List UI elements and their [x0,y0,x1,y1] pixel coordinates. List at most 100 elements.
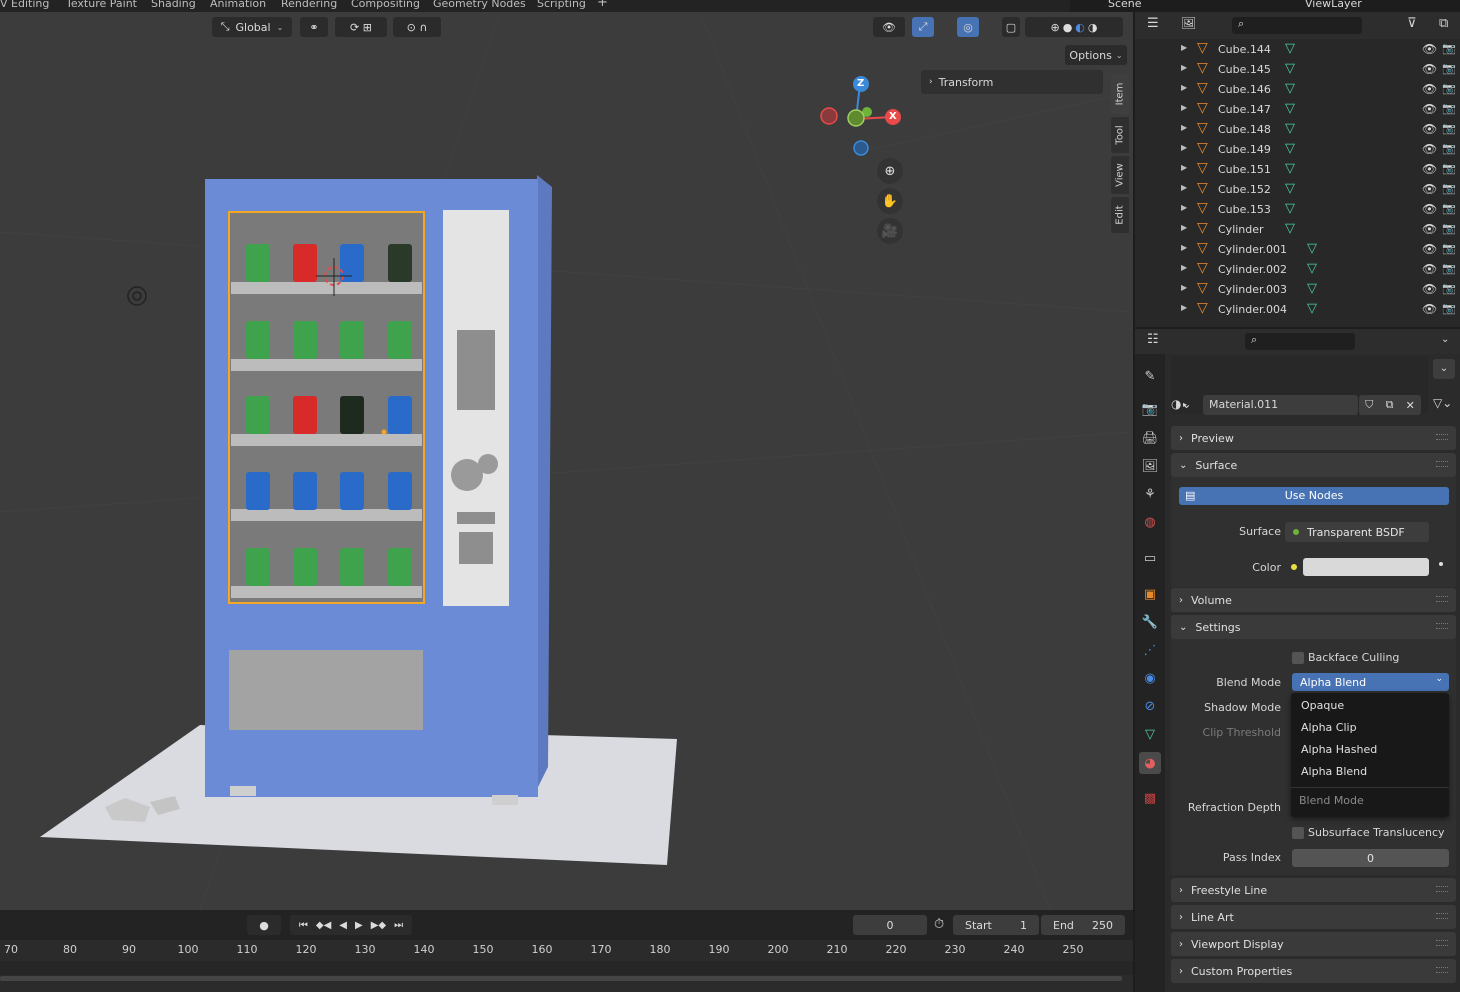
outliner-row[interactable]: ▶ ▽ Cylinder ▽ 👁 📷 [1135,220,1460,240]
expand-triangle-icon[interactable]: ▶ [1181,223,1187,232]
eye-icon[interactable]: 👁 [1422,202,1437,216]
camera-icon[interactable]: 📷 [1442,162,1456,175]
visibility-dropdown[interactable]: 👁 [873,17,905,37]
3d-viewport[interactable]: Z X ⤡ Global ⌄ ⚭ ⟳ ⊞ ⊙ ∩ 👁 ⤢ ◎ ▢ ⊕ ● ◐ ◑… [0,12,1133,910]
particles-icon[interactable]: ⋰ [1142,642,1158,658]
tab-animation[interactable]: Animation [210,0,266,10]
camera-icon[interactable]: 📷 [1442,302,1456,315]
outliner-item-name[interactable]: Cube.152 [1218,183,1271,196]
outliner-row[interactable]: ▶ ▽ Cube.146 ▽ 👁 📷 [1135,80,1460,100]
camera-view-icon[interactable]: 🎥 [877,218,903,244]
camera-icon[interactable]: 📷 [1442,122,1456,135]
outliner-item-name[interactable]: Cube.145 [1218,63,1271,76]
display-mode-icon[interactable]: ☰ [1147,16,1159,31]
drag-grip-icon[interactable] [1436,913,1448,919]
expand-triangle-icon[interactable]: ▶ [1181,183,1187,192]
tab-edit[interactable]: Edit [1111,197,1129,233]
new-collection-icon[interactable]: ⧉ [1439,16,1448,31]
outliner-row[interactable]: ▶ ▽ Cube.145 ▽ 👁 📷 [1135,60,1460,80]
mesh-data-icon[interactable]: ▽ [1285,161,1295,176]
outliner-item-name[interactable]: Cube.148 [1218,123,1271,136]
mesh-data-icon[interactable]: ▽ [1285,41,1295,56]
eye-icon[interactable]: 👁 [1422,262,1437,276]
use-nodes-button[interactable]: ▤ Use Nodes [1179,487,1449,505]
start-frame-field[interactable]: Start 1 [953,915,1039,935]
close-icon[interactable]: ✕ [1406,399,1415,412]
outliner-row[interactable]: ▶ ▽ Cube.144 ▽ 👁 📷 [1135,40,1460,60]
fake-user-shield-icon[interactable]: ⛉ [1365,398,1373,412]
outliner-row[interactable]: ▶ ▽ Cube.153 ▽ 👁 📷 [1135,200,1460,220]
overlay-toggle[interactable]: ◎ [957,17,979,37]
outliner-item-name[interactable]: Cube.144 [1218,43,1271,56]
blend-mode-dropdown[interactable]: Alpha Blend ⌄ [1292,673,1449,691]
camera-icon[interactable]: 📷 [1442,82,1456,95]
eye-icon[interactable]: 👁 [1422,102,1437,116]
color-swatch[interactable] [1303,558,1429,576]
collection-icon[interactable]: ▭ [1142,550,1158,566]
material-name-field[interactable]: Material.011 [1203,395,1358,415]
jump-start-icon[interactable]: ⏮ [299,920,308,931]
shading-modes[interactable]: ⊕ ● ◐ ◑ [1025,17,1123,37]
outliner-item-name[interactable]: Cylinder.003 [1218,283,1287,296]
transform-panel[interactable]: › Transform [921,70,1103,94]
pivot-dropdown[interactable]: ⚭ [300,17,328,37]
modifier-wrench-icon[interactable]: 🔧 [1142,614,1158,630]
tab-scripting[interactable]: Scripting [537,0,586,10]
mesh-data-icon[interactable]: ▽ [1307,281,1317,296]
panel-viewport-display[interactable]: › Viewport Display [1171,932,1456,956]
outliner-item-name[interactable]: Cube.147 [1218,103,1271,116]
mesh-data-icon[interactable]: ▽ [1285,141,1295,156]
eye-icon[interactable]: 👁 [1422,162,1437,176]
camera-icon[interactable]: 📷 [1442,42,1456,55]
menu-item-alpha-hashed[interactable]: Alpha Hashed [1301,743,1377,756]
tool-icon[interactable]: ✎ [1142,368,1158,384]
prev-keyframe-icon[interactable]: ◆◀ [316,920,331,931]
surface-shader-field[interactable]: Transparent BSDF [1285,522,1429,542]
output-icon[interactable]: 🖨 [1142,430,1159,446]
tab-item[interactable]: Item [1111,74,1129,114]
solid-icon[interactable]: ● [1063,21,1073,34]
constraints-icon[interactable]: ⊘ [1142,698,1158,714]
filter-view-icon[interactable]: 🖼 [1181,16,1196,30]
eye-icon[interactable]: 👁 [1422,222,1437,236]
mesh-data-icon[interactable]: ▽ [1285,221,1295,236]
camera-icon[interactable]: 📷 [1442,62,1456,75]
scene-icon[interactable]: ⚘ [1142,486,1158,502]
viewlayer-label[interactable]: ViewLayer [1305,0,1362,10]
outliner-row[interactable]: ▶ ▽ Cube.147 ▽ 👁 📷 [1135,100,1460,120]
outliner-item-name[interactable]: Cylinder.002 [1218,263,1287,276]
eye-icon[interactable]: 👁 [1422,282,1437,296]
editor-type-icon[interactable]: ☷ [1147,332,1159,347]
outliner-search-input[interactable]: ⌕ [1232,17,1362,34]
expand-triangle-icon[interactable]: ▶ [1181,123,1187,132]
tab-shading[interactable]: Shading [151,0,196,10]
duplicate-icon[interactable]: ⧉ [1386,398,1394,412]
outliner-item-name[interactable]: Cylinder.001 [1218,243,1287,256]
camera-icon[interactable]: 📷 [1442,142,1456,155]
mesh-data-icon[interactable]: ▽ [1307,241,1317,256]
drag-grip-icon[interactable] [1436,434,1448,440]
drag-grip-icon[interactable] [1436,886,1448,892]
outliner-item-name[interactable]: Cube.146 [1218,83,1271,96]
gizmo-z-label[interactable]: Z [857,78,864,89]
eye-icon[interactable]: 👁 [1422,142,1437,156]
eye-icon[interactable]: 👁 [1422,42,1437,56]
mesh-data-icon[interactable]: ▽ [1285,181,1295,196]
camera-icon[interactable]: 📷 [1442,202,1456,215]
camera-icon[interactable]: 📷 [1442,222,1456,235]
outliner-row[interactable]: ▶ ▽ Cube.152 ▽ 👁 📷 [1135,180,1460,200]
panel-preview[interactable]: › Preview [1171,426,1456,450]
mesh-data-icon[interactable]: ▽ [1285,201,1295,216]
eye-icon[interactable]: 👁 [1422,82,1437,96]
outliner-row[interactable]: ▶ ▽ Cube.151 ▽ 👁 📷 [1135,160,1460,180]
keying-dropdown[interactable]: ● [247,915,281,935]
outliner-row[interactable]: ▶ ▽ Cylinder.004 ▽ 👁 📷 [1135,300,1460,320]
options-dropdown[interactable]: Options ⌄ [1065,45,1127,65]
eye-icon[interactable]: 👁 [1422,242,1437,256]
current-frame-field[interactable]: 0 [853,915,927,935]
expand-triangle-icon[interactable]: ▶ [1181,243,1187,252]
gizmo-toggle[interactable]: ⤢ [912,17,934,37]
properties-search-input[interactable]: ⌕ [1245,333,1355,350]
expand-triangle-icon[interactable]: ▶ [1181,303,1187,312]
pass-index-field[interactable]: 0 [1292,849,1449,867]
